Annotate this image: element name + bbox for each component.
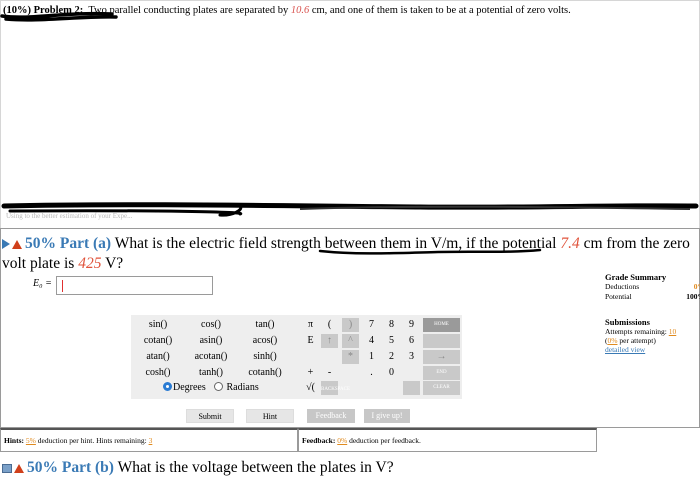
acotan-button[interactable]: acotan() [186, 351, 236, 362]
submit-button[interactable]: Submit [186, 409, 234, 423]
right-arrow-button[interactable]: → [423, 350, 460, 364]
answer-label: E₀ = [33, 278, 52, 289]
degrees-radio[interactable]: Degrees [163, 382, 206, 393]
redaction-scribble-mid [1, 202, 699, 217]
hints-pct[interactable]: 5% [26, 436, 36, 445]
multiply-button[interactable]: * [342, 350, 359, 364]
hints-text: deduction per hint. Hints remaining: [37, 436, 147, 445]
potential-score: 100% [686, 292, 700, 301]
degrees-label: Degrees [173, 382, 206, 393]
radio-unselected-icon [214, 382, 223, 391]
open-paren-button[interactable]: ( [321, 318, 338, 332]
digit-9-button[interactable]: 9 [403, 318, 420, 332]
distance-value: 7.4 [560, 235, 580, 252]
expand-arrow-icon[interactable] [2, 239, 10, 250]
cotan-button[interactable]: cotan() [133, 335, 183, 346]
grade-summary-title: Grade Summary [605, 272, 667, 282]
part-b-percent: 50% Part (b) [27, 459, 114, 476]
attempts-label: Attempts remaining: [605, 327, 667, 336]
cosh-button[interactable]: cosh() [133, 367, 183, 378]
submissions-panel: Submissions Attempts remaining: 10 (0% p… [605, 317, 697, 354]
warning-icon [14, 463, 24, 473]
clear-button[interactable]: CLEAR [423, 381, 460, 395]
sqrt-button[interactable]: √( [302, 381, 319, 395]
hint-button[interactable]: Hint [246, 409, 294, 423]
plus-button[interactable]: + [302, 366, 319, 380]
digit-1-button[interactable]: 1 [363, 350, 380, 364]
close-paren-button[interactable]: ) [342, 318, 359, 332]
acos-button[interactable]: acos() [240, 335, 290, 346]
cos-button[interactable]: cos() [186, 319, 236, 330]
image-icon [2, 463, 12, 473]
backspace-button[interactable]: BACKSPACE [321, 381, 350, 395]
digit-7-button[interactable]: 7 [363, 318, 380, 332]
attempts-row: Attempts remaining: 10 [605, 327, 697, 336]
detailed-view-link[interactable]: detailed view [605, 345, 697, 354]
radio-selected-icon [163, 382, 172, 391]
e-button[interactable]: E [302, 334, 319, 348]
hints-label: Hints: [4, 436, 25, 445]
radians-label: Radians [226, 382, 259, 393]
sinh-button[interactable]: sinh() [240, 351, 290, 362]
pi-button[interactable]: π [302, 318, 319, 332]
feedback-text: deduction per feedback. [349, 436, 421, 445]
hints-footer: Hints: 5% deduction per hint. Hints rema… [0, 428, 298, 452]
part-b-text: What is the voltage between the plates i… [117, 459, 394, 476]
digit-8-button[interactable]: 8 [383, 318, 400, 332]
caret-button[interactable]: ^ [342, 334, 359, 348]
feedback-pct[interactable]: 0% [337, 436, 347, 445]
per-attempt-pct[interactable]: 0% [608, 336, 618, 345]
left-arrow-button[interactable] [423, 334, 460, 348]
grade-summary: Grade Summary Deductions 0% Potential 10… [605, 272, 700, 302]
digit-4-button[interactable]: 4 [363, 334, 380, 348]
asin-button[interactable]: asin() [186, 335, 236, 346]
decimal-button[interactable]: . [363, 366, 380, 380]
part-a-percent: 50% Part (a) [25, 235, 112, 252]
hints-remaining[interactable]: 3 [149, 436, 153, 445]
cotanh-button[interactable]: cotanh() [240, 367, 290, 378]
part-a-text-after: V? [105, 255, 124, 272]
give-up-button[interactable]: I give up! [364, 409, 410, 423]
digit-0-button[interactable]: 0 [383, 366, 400, 380]
per-attempt-row: (0% per attempt) [605, 336, 656, 345]
digit-2-button[interactable]: 2 [383, 350, 400, 364]
home-button[interactable]: HOME [423, 318, 460, 332]
tan-button[interactable]: tan() [240, 319, 290, 330]
submissions-title: Submissions [605, 317, 650, 327]
digit-3-button[interactable]: 3 [403, 350, 420, 364]
digit-6-button[interactable]: 6 [403, 334, 420, 348]
potential-label: Potential [605, 292, 632, 301]
sin-button[interactable]: sin() [133, 319, 183, 330]
tanh-button[interactable]: tanh() [186, 367, 236, 378]
deductions-value: 0% [693, 282, 700, 291]
warning-icon [12, 239, 22, 249]
part-b-question: 50% Part (b) What is the voltage between… [2, 459, 394, 477]
atan-button[interactable]: atan() [133, 351, 183, 362]
feedback-button[interactable]: Feedback [307, 409, 355, 423]
redaction-underline [318, 248, 542, 255]
backspace-label: BACKSPACE [321, 387, 350, 392]
attempts-value[interactable]: 10 [669, 327, 677, 336]
potential-value: 425 [78, 255, 102, 272]
deductions-label: Deductions [605, 282, 640, 291]
feedback-label: Feedback: [302, 436, 336, 445]
input-caret [62, 280, 63, 292]
answer-input[interactable] [56, 276, 213, 295]
end-button[interactable]: END [423, 366, 460, 380]
separation-value: 10.6 [290, 5, 310, 16]
feedback-footer: Feedback: 0% deduction per feedback. [298, 428, 597, 452]
minus-button[interactable]: - [321, 366, 338, 380]
up-button[interactable]: ↑ [321, 334, 338, 348]
del-button[interactable] [403, 381, 420, 395]
radians-radio[interactable]: Radians [214, 382, 259, 393]
redaction-scribble-top [0, 11, 118, 22]
potential-row: Potential 100% [605, 292, 700, 302]
per-attempt-text: per attempt) [619, 336, 656, 345]
deductions-row: Deductions 0% [605, 282, 700, 292]
problem-text-after: cm, and one of them is taken to be at a … [311, 5, 571, 16]
digit-5-button[interactable]: 5 [383, 334, 400, 348]
